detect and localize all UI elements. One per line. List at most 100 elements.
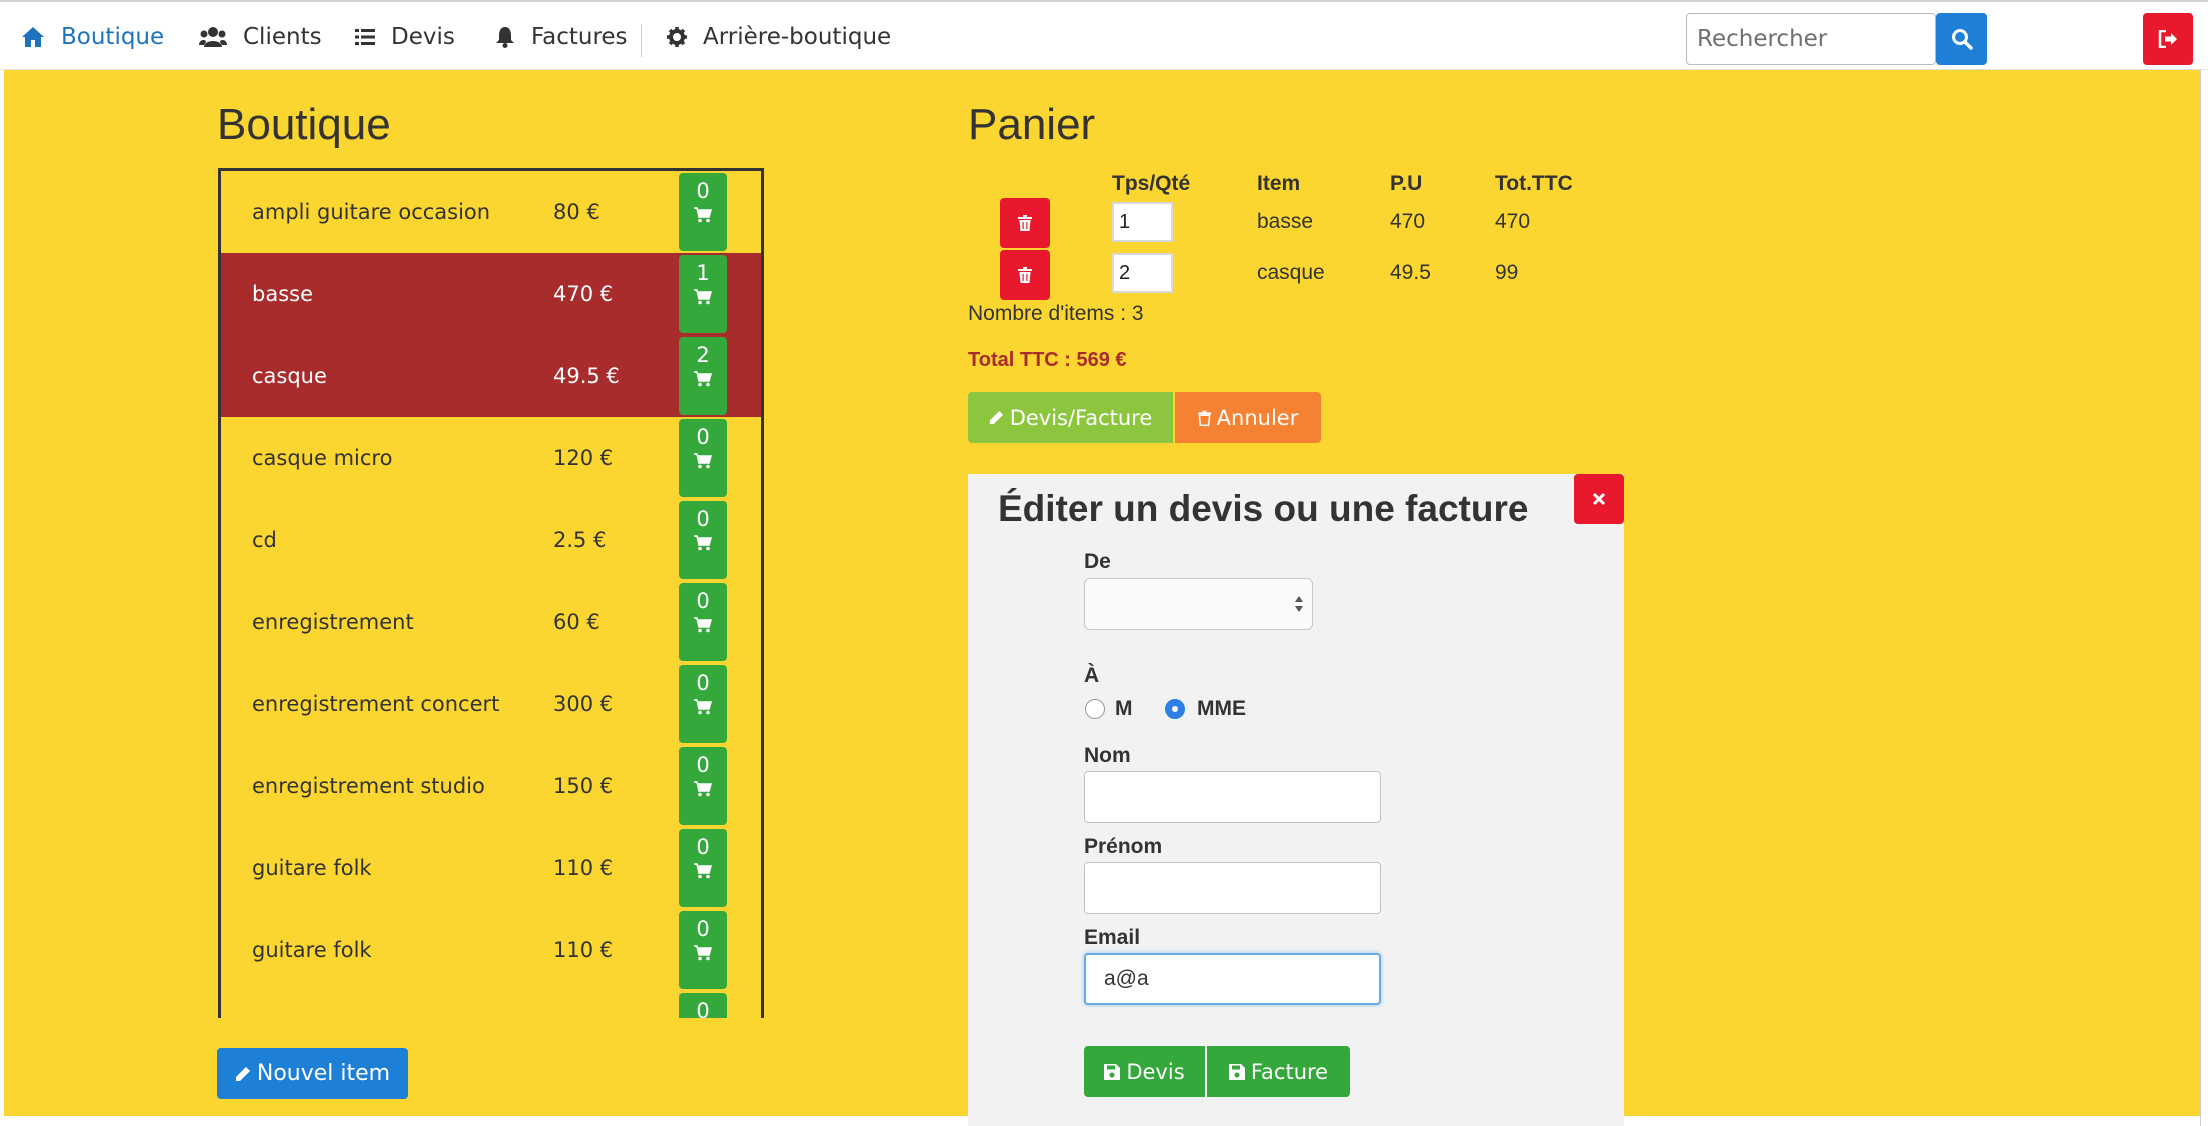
nav-arriere-boutique[interactable]: Arrière-boutique xyxy=(667,2,891,72)
save-devis-label: Devis xyxy=(1126,1059,1185,1084)
scroll-edge xyxy=(2200,70,2208,1126)
logout-button[interactable] xyxy=(2143,13,2193,65)
save-facture-button[interactable]: Facture xyxy=(1207,1046,1350,1097)
search-icon xyxy=(1951,29,1973,50)
nom-field[interactable] xyxy=(1084,771,1381,823)
quantity-input[interactable] xyxy=(1112,202,1173,242)
search-input[interactable] xyxy=(1686,13,1936,65)
add-to-cart-button[interactable]: 0 xyxy=(679,665,727,743)
search-button[interactable] xyxy=(1936,13,1987,65)
top-navbar: Boutique Clients Devis Factures Arrière-… xyxy=(0,0,2208,70)
product-name: casque xyxy=(252,364,327,388)
product-list[interactable]: ampli guitare occasion 80 € 0 basse 470 … xyxy=(218,168,764,1018)
col-header-total: Tot.TTC xyxy=(1495,172,1573,195)
cart-count: 1 xyxy=(696,261,710,285)
product-name: guitare folk xyxy=(252,856,372,880)
product-row[interactable]: enregistrement 60 € 0 xyxy=(221,581,761,663)
product-row[interactable]: casque 49.5 € 2 xyxy=(221,335,761,417)
cart-count: 2 xyxy=(696,343,710,367)
nav-boutique[interactable]: Boutique xyxy=(21,2,164,72)
cart-count: 0 xyxy=(696,753,710,777)
nav-arriere-boutique-label: Arrière-boutique xyxy=(703,24,892,50)
product-row[interactable]: enregistrement studio 150 € 0 xyxy=(221,745,761,827)
col-header-pu: P.U xyxy=(1390,172,1423,195)
cart-item-total: 470 xyxy=(1495,210,1531,233)
edit-panel-title: Éditer un devis ou une facture xyxy=(998,488,1529,529)
nav-devis[interactable]: Devis xyxy=(355,2,455,72)
add-to-cart-button[interactable]: 0 xyxy=(679,747,727,825)
product-price: 80 € xyxy=(553,200,600,224)
email-field[interactable] xyxy=(1084,953,1381,1005)
cart-icon xyxy=(694,535,712,551)
add-to-cart-button[interactable]: 0 xyxy=(679,501,727,579)
save-icon xyxy=(1228,1063,1245,1080)
product-row[interactable]: guitare folk 110 € 0 xyxy=(221,827,761,909)
product-row[interactable]: enregistrement concert 300 € 0 xyxy=(221,663,761,745)
cancel-button[interactable]: Annuler xyxy=(1175,392,1321,443)
prenom-field[interactable] xyxy=(1084,862,1381,914)
col-header-item: Item xyxy=(1257,172,1301,195)
product-row[interactable]: ampli guitare occasion 80 € 0 xyxy=(221,171,761,253)
cart-count: 0 xyxy=(696,671,710,695)
product-price: 2.5 € xyxy=(553,528,607,552)
product-name: basse xyxy=(252,282,314,306)
product-price: 49.5 € xyxy=(553,364,620,388)
cart-count: 0 xyxy=(696,179,710,203)
delete-row-button[interactable] xyxy=(1000,250,1050,300)
list-icon xyxy=(355,29,375,45)
sign-out-icon xyxy=(2158,30,2177,48)
cart-icon xyxy=(694,289,712,305)
cart-item-name: basse xyxy=(1257,210,1314,233)
radio-m[interactable] xyxy=(1085,699,1105,719)
product-name: enregistrement studio xyxy=(252,774,485,798)
product-name: cd xyxy=(252,528,277,552)
product-name: casque micro xyxy=(252,446,393,470)
add-to-cart-button[interactable]: 0 xyxy=(679,419,727,497)
from-select[interactable] xyxy=(1084,578,1313,630)
add-to-cart-button[interactable]: 0 xyxy=(679,911,727,989)
close-button[interactable] xyxy=(1574,474,1624,524)
product-price: 60 € xyxy=(553,610,600,634)
pencil-icon xyxy=(235,1066,250,1081)
cart-item-pu: 470 xyxy=(1390,210,1426,233)
new-item-label: Nouvel item xyxy=(256,1061,391,1086)
radio-mme[interactable] xyxy=(1165,699,1185,719)
cart-icon xyxy=(694,699,712,715)
edit-invoice-panel: Éditer un devis ou une facture De À M MM… xyxy=(968,474,1624,1126)
total-ttc: Total TTC : 569 € xyxy=(968,349,1127,371)
product-price: 120 € xyxy=(553,446,614,470)
product-row[interactable]: basse 470 € 1 xyxy=(221,253,761,335)
add-to-cart-button[interactable]: 0 xyxy=(679,829,727,907)
quantity-input[interactable] xyxy=(1112,253,1173,293)
cart-count: 0 xyxy=(696,425,710,449)
from-label: De xyxy=(1084,550,1111,573)
nav-clients[interactable]: Clients xyxy=(199,2,322,72)
save-icon xyxy=(1104,1063,1121,1080)
devis-facture-button[interactable]: Devis/Facture xyxy=(968,392,1173,443)
new-item-button[interactable]: Nouvel item xyxy=(217,1048,408,1099)
nav-devis-label: Devis xyxy=(391,24,455,50)
add-to-cart-button[interactable]: 0 xyxy=(679,993,727,1018)
save-devis-button[interactable]: Devis xyxy=(1084,1046,1205,1097)
panier-title: Panier xyxy=(968,100,1096,149)
product-row[interactable]: guitare folk 110 € 0 xyxy=(221,909,761,991)
add-to-cart-button[interactable]: 0 xyxy=(679,173,727,251)
pencil-icon xyxy=(989,410,1003,425)
add-to-cart-button[interactable]: 1 xyxy=(679,255,727,333)
add-to-cart-button[interactable]: 0 xyxy=(679,583,727,661)
add-to-cart-button[interactable]: 2 xyxy=(679,337,727,415)
users-icon xyxy=(199,27,227,47)
bell-icon xyxy=(496,27,514,48)
product-price: 470 € xyxy=(553,282,614,306)
product-row[interactable]: cd 2.5 € 0 xyxy=(221,499,761,581)
nom-label: Nom xyxy=(1084,744,1131,767)
delete-row-button[interactable] xyxy=(1000,198,1050,248)
nav-factures[interactable]: Factures xyxy=(495,2,628,72)
product-price: 110 € xyxy=(553,856,614,880)
cart-count: 0 xyxy=(696,999,710,1018)
product-row[interactable]: 0 xyxy=(221,991,761,1018)
devis-facture-label: Devis/Facture xyxy=(1009,405,1153,430)
nav-clients-label: Clients xyxy=(243,24,322,50)
product-row[interactable]: casque micro 120 € 0 xyxy=(221,417,761,499)
product-price: 150 € xyxy=(553,774,614,798)
